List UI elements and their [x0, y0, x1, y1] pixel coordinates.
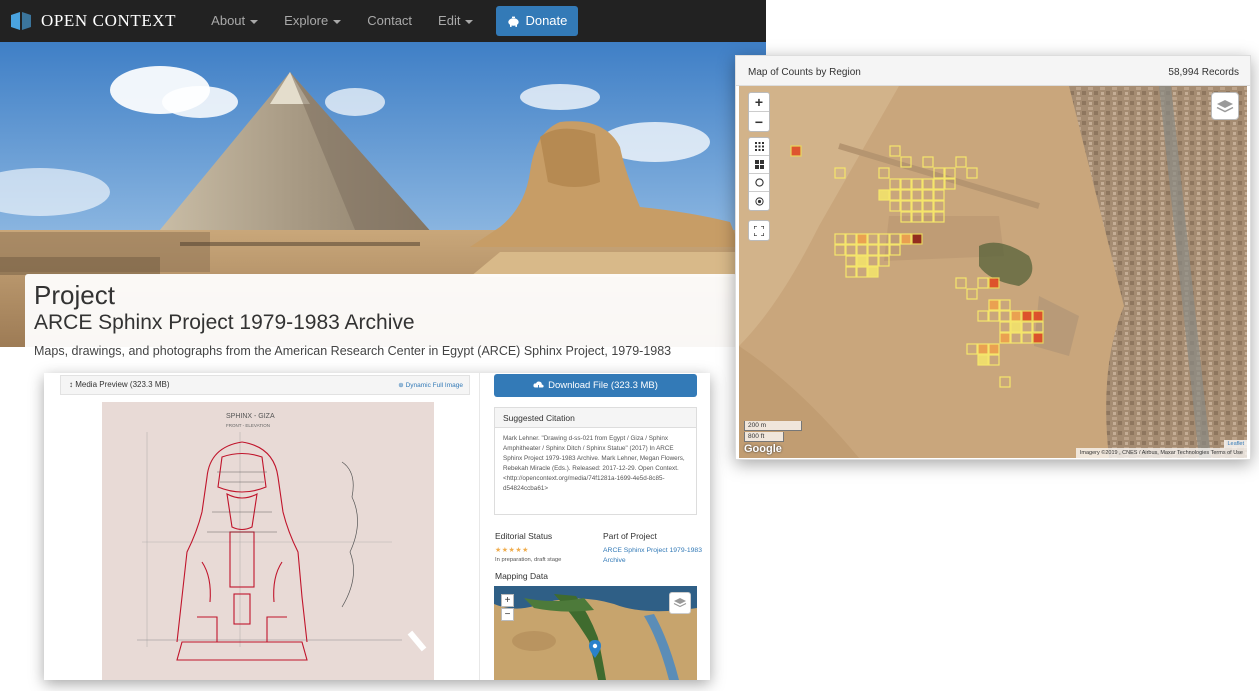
citation-text: Mark Lehner. "Drawing d-ss-021 from Egyp… [503, 435, 685, 492]
imagery-attribution: Imagery ©2019 , CNES / Airbus, Maxar Tec… [1075, 448, 1247, 458]
project-page: OPEN CONTEXT About Explore Contact Edit … [0, 0, 766, 375]
map-marker-icon [589, 640, 601, 658]
region-count-cell[interactable] [900, 233, 912, 245]
nav-contact[interactable]: Contact [354, 0, 425, 42]
region-count-cell[interactable] [867, 266, 879, 278]
mini-map-zoom-in-button[interactable]: + [501, 594, 514, 607]
project-description: Maps, drawings, and photographs from the… [34, 344, 672, 358]
scale-bar-feet: 800 ft [744, 432, 784, 442]
caret-down-icon [465, 19, 474, 24]
dynamic-full-image-label: Dynamic Full Image [405, 382, 463, 389]
region-count-cell[interactable] [1032, 332, 1044, 344]
project-title: ARCE Sphinx Project 1979-1983 Archive [34, 311, 415, 334]
media-preview-title: ↕ Media Preview (323.3 MB) [69, 380, 170, 389]
suggested-citation-panel: Suggested Citation Mark Lehner. "Drawing… [494, 407, 697, 515]
sphinx-drawing-preview[interactable]: SPHINX - GIZA FRONT - ELEVATION [102, 402, 434, 680]
circle-layer-button[interactable] [749, 174, 769, 192]
nav-explore[interactable]: Explore [271, 0, 354, 42]
nav-about[interactable]: About [198, 0, 271, 42]
map-layers-button[interactable] [1211, 92, 1239, 120]
point-layer-button[interactable] [749, 192, 769, 210]
part-of-project-label: Part of Project [603, 531, 657, 541]
media-sidebar: Download File (323.3 MB) Suggested Citat… [479, 373, 710, 680]
layers-icon [673, 598, 687, 608]
region-count-cell[interactable] [1010, 321, 1022, 333]
nav-contact-label: Contact [367, 13, 413, 28]
screenshot-collage: OPEN CONTEXT About Explore Contact Edit … [0, 0, 1259, 691]
caret-down-icon [333, 19, 342, 24]
grid-coarse-button[interactable] [749, 156, 769, 174]
nav-edit-label: Edit [438, 13, 461, 28]
media-preview-header: ↕ Media Preview (323.3 MB) ⊕ Dynamic Ful… [60, 375, 470, 395]
region-counts-map-window: Map of Counts by Region 58,994 Records +… [735, 55, 1251, 460]
media-preview-label: Media Preview (323.3 MB) [75, 380, 170, 389]
editorial-stage-text: In preparation, draft stage [495, 557, 562, 563]
leaflet-attribution-link[interactable]: Leaflet [1224, 440, 1247, 448]
region-count-cell[interactable] [1032, 310, 1044, 322]
donate-button[interactable]: Donate [496, 6, 579, 36]
fullscreen-control [748, 220, 770, 241]
map-header: Map of Counts by Region 58,994 Records [736, 56, 1250, 86]
region-count-cell[interactable] [988, 343, 1000, 355]
google-logo: Google [744, 443, 782, 455]
mapping-data-label: Mapping Data [495, 571, 548, 581]
brand[interactable]: OPEN CONTEXT [10, 11, 176, 31]
region-count-cell[interactable] [977, 354, 989, 366]
dynamic-full-image-link[interactable]: ⊕ Dynamic Full Image [398, 381, 463, 389]
drawing-title: SPHINX - GIZA [226, 413, 275, 420]
grid-fine-button[interactable] [749, 138, 769, 156]
target-icon [754, 196, 764, 206]
fullscreen-button[interactable] [749, 221, 769, 240]
record-count: 58,994 Records [1168, 67, 1239, 78]
part-of-project-link[interactable]: ARCE Sphinx Project 1979-1983 Archive [603, 546, 703, 566]
satellite-map[interactable]: + − 200 m 800 ft Google Leaflet Imagery … [739, 86, 1247, 458]
region-count-cell[interactable] [790, 145, 802, 157]
region-count-cell[interactable] [988, 299, 1000, 311]
caret-down-icon [250, 19, 259, 24]
brand-name: OPEN CONTEXT [41, 11, 177, 30]
page-type-heading: Project [34, 280, 115, 310]
map-geotile-controls [748, 137, 770, 211]
editorial-status-label: Editorial Status [495, 531, 553, 541]
map-zoom-in-button[interactable]: + [749, 93, 769, 112]
mapping-data-map[interactable]: + − [494, 586, 697, 680]
layers-icon [1216, 99, 1234, 112]
media-item-page: ↕ Media Preview (323.3 MB) ⊕ Dynamic Ful… [44, 373, 710, 680]
top-navbar: OPEN CONTEXT About Explore Contact Edit … [0, 0, 766, 42]
project-header-panel: Project ARCE Sphinx Project 1979-1983 Ar… [25, 274, 737, 375]
download-file-button[interactable]: Download File (323.3 MB) [494, 374, 697, 397]
region-count-cell[interactable] [999, 332, 1011, 344]
mini-map-layers-button[interactable] [669, 592, 691, 614]
scale-bar-meters: 200 m [744, 421, 802, 431]
region-count-cell[interactable] [977, 343, 989, 355]
region-count-cell[interactable] [1021, 310, 1033, 322]
region-count-cell[interactable] [878, 189, 890, 201]
download-file-label: Download File (323.3 MB) [548, 380, 658, 391]
donate-label: Donate [525, 13, 568, 28]
grid-fine-icon [754, 142, 764, 151]
nav-about-label: About [211, 13, 246, 28]
fullscreen-icon [754, 225, 764, 236]
drawing-subtitle: FRONT - ELEVATION [226, 423, 270, 428]
region-count-cell[interactable] [856, 233, 868, 245]
editorial-status-stars: ★★★★★ [495, 547, 529, 554]
map-zoom-controls: + − [748, 92, 770, 132]
map-zoom-out-button[interactable]: − [749, 112, 769, 131]
mini-map-zoom-out-button[interactable]: − [501, 608, 514, 621]
grid-coarse-icon [754, 160, 764, 169]
region-count-cell[interactable] [1010, 310, 1022, 322]
citation-heading: Suggested Citation [495, 408, 696, 428]
nav-explore-label: Explore [284, 13, 329, 28]
zoom-icon: ⊕ [398, 382, 404, 389]
nav-edit[interactable]: Edit [425, 0, 486, 42]
region-count-cell[interactable] [988, 277, 1000, 289]
map-title: Map of Counts by Region [748, 67, 861, 78]
sort-arrow-icon: ↕ [69, 380, 73, 389]
circle-icon [754, 178, 764, 187]
region-count-cell[interactable] [911, 233, 923, 245]
open-context-logo-icon [11, 12, 31, 30]
piggy-bank-icon [508, 16, 520, 27]
cloud-download-icon [533, 381, 544, 390]
region-count-cell[interactable] [856, 255, 868, 267]
